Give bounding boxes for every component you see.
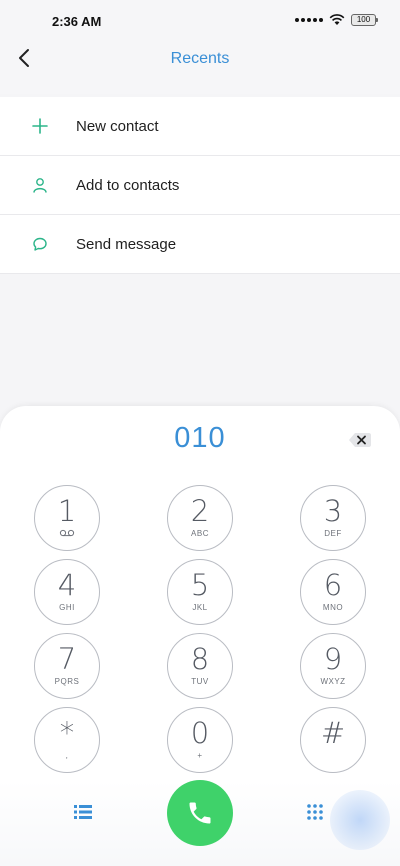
new-contact-item[interactable]: New contact xyxy=(0,97,400,156)
backspace-button[interactable] xyxy=(348,432,372,448)
key-letters: PQRS xyxy=(54,677,80,686)
key-letters: + xyxy=(197,751,203,760)
plus-icon xyxy=(30,116,50,136)
send-message-item[interactable]: Send message xyxy=(0,215,400,274)
action-label: New contact xyxy=(76,117,159,135)
key-3[interactable]: 3 DEF xyxy=(300,485,366,551)
key-7[interactable]: 7 PQRS xyxy=(34,633,100,699)
signal-icon xyxy=(295,18,323,22)
key-9[interactable]: 9 WXYZ xyxy=(300,633,366,699)
call-button[interactable] xyxy=(167,780,233,846)
key-0[interactable]: 0 + xyxy=(167,707,233,773)
key-hash[interactable]: # xyxy=(300,707,366,773)
decorative-blur xyxy=(330,790,390,850)
battery-icon: 100 xyxy=(351,14,378,26)
key-6[interactable]: 6 MNO xyxy=(300,559,366,625)
dialed-number: 010 xyxy=(174,422,226,454)
key-digit: 1 xyxy=(57,494,77,528)
key-letters: ABC xyxy=(191,529,209,538)
list-icon xyxy=(74,805,92,819)
add-to-contacts-item[interactable]: Add to contacts xyxy=(0,156,400,215)
key-digit: 2 xyxy=(190,494,210,528)
bottom-bar xyxy=(0,780,400,866)
key-digit: 9 xyxy=(323,642,343,676)
call-log-button[interactable] xyxy=(72,802,94,822)
key-letters: GHI xyxy=(59,603,75,612)
key-letters: MNO xyxy=(322,603,344,612)
voicemail-icon xyxy=(35,529,99,539)
key-1[interactable]: 1 xyxy=(34,485,100,551)
key-digit: 0 xyxy=(190,716,210,750)
key-letters: DEF xyxy=(324,529,342,538)
key-digit: 6 xyxy=(323,568,343,602)
key-4[interactable]: 4 GHI xyxy=(34,559,100,625)
grid-icon xyxy=(307,804,323,820)
key-star[interactable]: * , xyxy=(34,707,100,773)
key-digit: * xyxy=(59,716,75,750)
key-8[interactable]: 8 TUV xyxy=(167,633,233,699)
header: Recents xyxy=(0,38,400,94)
dialpad-toggle-button[interactable] xyxy=(304,802,326,822)
status-icons: 100 xyxy=(295,14,378,26)
key-letters: WXYZ xyxy=(320,677,346,686)
person-icon xyxy=(30,175,50,195)
action-label: Add to contacts xyxy=(76,176,180,194)
key-2[interactable]: 2 ABC xyxy=(167,485,233,551)
key-digit: 8 xyxy=(190,642,210,676)
key-digit: 4 xyxy=(57,568,77,602)
key-digit: 7 xyxy=(57,642,77,676)
key-letters: JKL xyxy=(192,603,208,612)
status-time: 2:36 AM xyxy=(52,14,102,29)
key-digit: # xyxy=(320,716,346,750)
wifi-icon xyxy=(329,14,345,25)
key-letters: TUV xyxy=(191,677,209,686)
backspace-icon xyxy=(349,433,371,447)
phone-icon xyxy=(189,802,211,824)
key-5[interactable]: 5 JKL xyxy=(167,559,233,625)
action-label: Send message xyxy=(76,235,177,253)
page-title: Recents xyxy=(170,50,230,67)
key-letters: , xyxy=(65,751,69,760)
key-digit: 5 xyxy=(190,568,210,602)
action-list: New contact Add to contacts Send message xyxy=(0,97,400,274)
message-bubble-icon xyxy=(30,234,50,254)
key-digit: 3 xyxy=(323,494,343,528)
